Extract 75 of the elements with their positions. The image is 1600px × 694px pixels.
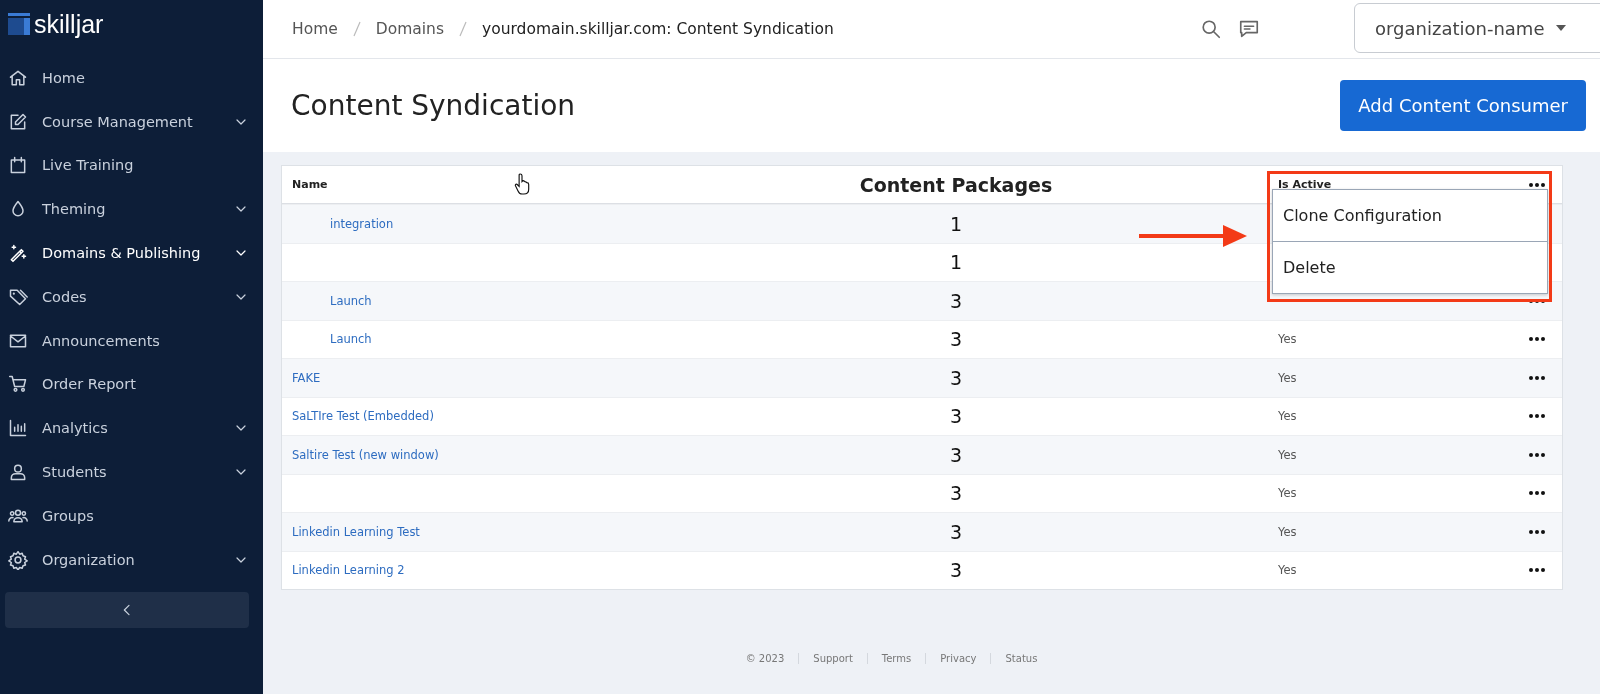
footer-link[interactable]: Support (798, 653, 867, 664)
sidebar-item[interactable]: Analytics (0, 406, 263, 451)
breadcrumb-current: yourdomain.skilljar.com: Content Syndication (482, 20, 834, 38)
cart-icon (8, 374, 28, 395)
more-icon[interactable] (1528, 413, 1546, 420)
more-icon[interactable] (1528, 451, 1546, 458)
chat-icon (1238, 18, 1260, 40)
table-cell-text: Yes (1277, 486, 1298, 501)
menu-item[interactable]: Clone Configuration (1273, 190, 1547, 241)
sidebar-item[interactable]: Domains & Publishing (0, 231, 263, 275)
table-cell-text: Yes (1277, 447, 1298, 462)
table-cell-text: Yes (1277, 409, 1298, 424)
column-header: Is Active (1277, 178, 1332, 191)
name-link[interactable]: Launch (282, 293, 752, 308)
more-icon[interactable] (1528, 567, 1546, 574)
table-cell-text: 1 (948, 251, 964, 274)
slash-icon (351, 21, 362, 37)
add-content-consumer-button[interactable]: Add Content Consumer (1340, 80, 1586, 131)
sidebar-item[interactable]: Theming (0, 187, 263, 232)
footer-link[interactable]: Status (990, 653, 1052, 664)
menu-item[interactable]: Delete (1273, 241, 1547, 293)
name-link[interactable]: SaLTIre Test (Embedded) (282, 409, 752, 424)
magic-wand-icon (8, 243, 28, 264)
table-cell-text: 3 (948, 520, 964, 543)
logo-text: skilljar (34, 9, 104, 39)
caret-down-icon (1556, 25, 1567, 31)
bar-chart-icon (8, 418, 28, 439)
breadcrumb-link[interactable]: Home (292, 20, 338, 38)
name-link[interactable]: Launch (282, 332, 752, 347)
footer-link[interactable]: Terms (866, 653, 926, 664)
page-title: Content Syndication (291, 89, 576, 122)
logo-icon (8, 13, 30, 35)
copyright-text: © 2023 (744, 653, 786, 664)
calendar-icon (8, 155, 28, 176)
sidebar-item[interactable]: Organization (0, 537, 263, 582)
column-header: Content Packages (858, 173, 1054, 196)
table-cell-text: 1 (948, 212, 964, 235)
organization-select[interactable]: organization-name (1354, 3, 1600, 53)
name-link[interactable]: integration (282, 216, 752, 231)
footer-link[interactable]: Privacy (925, 653, 991, 664)
table-cell-text: Yes (1277, 563, 1298, 578)
more-icon (1528, 181, 1546, 188)
hand-cursor-icon (513, 173, 531, 195)
more-icon[interactable] (1528, 374, 1546, 381)
more-icon[interactable] (1528, 490, 1546, 497)
name-link[interactable]: Saltire Test (new window) (282, 447, 752, 462)
sidebar-item[interactable]: Announcements (0, 318, 263, 363)
table-cell-text: 3 (948, 482, 964, 505)
sidebar-item[interactable]: Order Report (0, 362, 263, 407)
slash-icon (458, 21, 468, 37)
table-cell-text: 3 (948, 289, 964, 312)
sidebar-item[interactable]: Students (0, 450, 263, 494)
table-cell-text: Yes (1277, 332, 1298, 347)
column-header: Name (291, 178, 328, 191)
table-cell-text: Yes (1277, 524, 1298, 539)
sidebar-item[interactable]: Codes (0, 275, 263, 319)
person-icon (8, 462, 28, 483)
gear-icon (8, 549, 28, 570)
name-link[interactable]: Linkedin Learning 2 (282, 563, 752, 578)
sidebar-item[interactable]: Live Training (0, 143, 263, 188)
sidebar-item[interactable]: Home (0, 56, 263, 100)
table-cell-text: 3 (948, 328, 964, 351)
table-cell-text: 3 (948, 559, 964, 582)
more-icon[interactable] (1528, 336, 1546, 343)
table-cell-text: 3 (948, 366, 964, 389)
sidebar-item[interactable]: Groups (0, 493, 263, 538)
name-link[interactable]: Linkedin Learning Test (282, 524, 752, 539)
search-icon (1200, 18, 1222, 40)
table-cell-text: Yes (1277, 370, 1298, 385)
sidebar-item[interactable]: Course Management (0, 99, 263, 144)
table-cell-text: 3 (948, 443, 964, 466)
name-link[interactable]: FAKE (282, 370, 752, 385)
table-cell-text: 3 (948, 405, 964, 428)
more-icon[interactable] (1528, 528, 1546, 535)
breadcrumb-link[interactable]: Domains (375, 20, 444, 38)
